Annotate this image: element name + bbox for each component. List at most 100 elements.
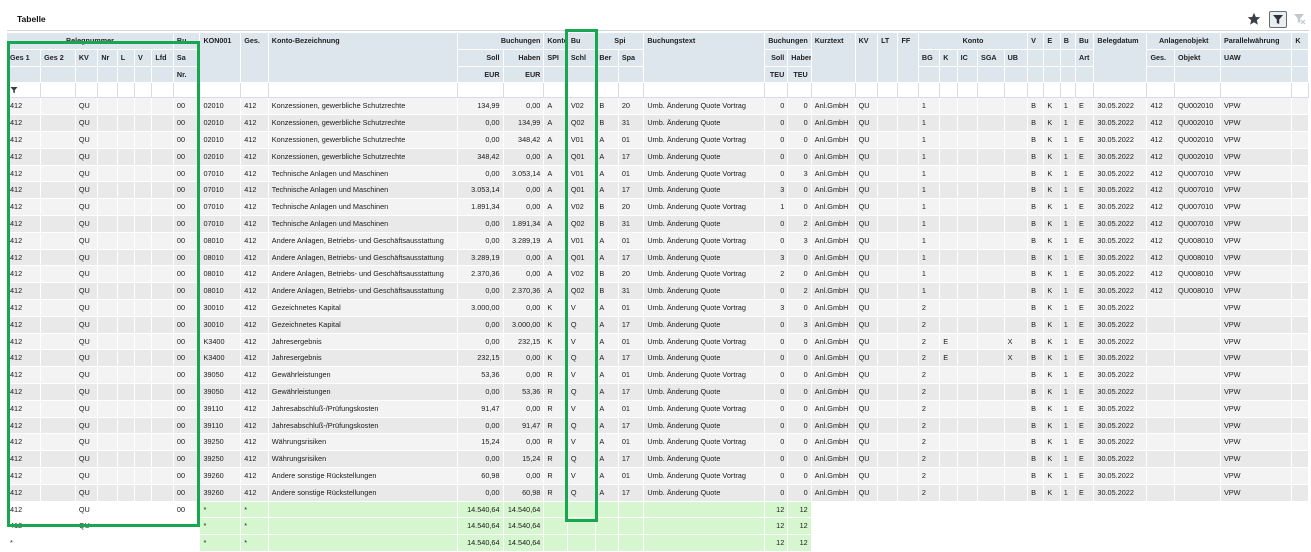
table-row[interactable]: 412 QU 00 07010 412 Technische Anlagen und Ma… bbox=[7, 181, 1309, 200]
filter-cell[interactable] bbox=[918, 82, 941, 99]
table-row[interactable]: 412 QU 00 39110 412 Jahresabschluß-/Prüfungsk… bbox=[7, 417, 1309, 435]
filter-cell[interactable] bbox=[240, 82, 269, 99]
filter-cell[interactable] bbox=[503, 82, 545, 99]
filter-cell[interactable] bbox=[173, 82, 201, 99]
col-group-spi[interactable]: Spi bbox=[595, 33, 645, 50]
filter-cell[interactable] bbox=[1220, 82, 1293, 99]
table-row[interactable]: 412 QU 00 08010 412 Andere Anlagen, Betriebs-… bbox=[7, 265, 1309, 284]
col-v[interactable]: V bbox=[1027, 33, 1045, 50]
filter-off-icon[interactable] bbox=[1292, 12, 1306, 26]
col-group-buchungen-teu[interactable]: Buchungen bbox=[764, 33, 812, 50]
col-group-anlagenobjekt[interactable]: Anlagenobjekt bbox=[1146, 33, 1221, 50]
col-uaw[interactable]: UAW bbox=[1220, 49, 1293, 67]
table-row[interactable]: 412 QU 00 08010 412 Andere Anlagen, Betriebs-… bbox=[7, 249, 1309, 267]
col-soll-teu[interactable]: Soll bbox=[764, 49, 789, 67]
col-haben-teu[interactable]: Haben bbox=[787, 49, 812, 67]
filter-cell[interactable] bbox=[855, 82, 879, 99]
table-row[interactable]: 412 QU 00 02010 412 Konzessionen, gewerbliche… bbox=[7, 131, 1309, 149]
col-kon001[interactable]: KON001 bbox=[199, 33, 242, 84]
col-haben[interactable]: Haben bbox=[503, 49, 545, 67]
table-row[interactable]: 412 QU 00 02010 412 Konzessionen, gewerbliche… bbox=[7, 97, 1309, 116]
filter-cell[interactable] bbox=[939, 82, 958, 99]
filter-cell[interactable] bbox=[1093, 82, 1148, 99]
col-group-belegnummer[interactable]: Belegnummer bbox=[7, 33, 174, 50]
filter-row[interactable] bbox=[7, 82, 1309, 99]
table-row[interactable]: 412 QU 00 K3400 412 Jahresergebnis 232,15 0,00 K… bbox=[7, 349, 1309, 368]
table-row[interactable]: 412 QU 00 39050 412 Gewährleistungen 0,00 53,36… bbox=[7, 383, 1309, 401]
col-bg[interactable]: BG bbox=[918, 49, 941, 67]
col-group-buchungen[interactable]: Buchungen bbox=[457, 33, 545, 50]
filter-cell[interactable] bbox=[1291, 82, 1309, 99]
col-kurztext[interactable]: Kurztext bbox=[811, 33, 856, 84]
col-lt[interactable]: LT bbox=[877, 33, 899, 84]
filter-cell[interactable] bbox=[1060, 82, 1077, 99]
filter-cell[interactable] bbox=[1075, 82, 1095, 99]
col-ges-anlage[interactable]: Ges. bbox=[1146, 49, 1176, 67]
table-row[interactable]: 412 QU 00 02010 412 Konzessionen, gewerbliche… bbox=[7, 148, 1309, 166]
col-belegdatum[interactable]: Belegdatum bbox=[1093, 33, 1148, 84]
filter-cell[interactable] bbox=[134, 82, 153, 99]
col-ges2[interactable]: Ges 2 bbox=[40, 49, 76, 67]
col-kv[interactable]: KV bbox=[855, 33, 879, 84]
table-row[interactable]: 412 QU 00 39050 412 Gewährleistungen 53,36 0,00… bbox=[7, 366, 1309, 384]
col-l[interactable]: L bbox=[117, 49, 136, 67]
col-buschl[interactable]: Schl bbox=[567, 49, 597, 67]
col-konto[interactable]: Konto bbox=[543, 33, 568, 50]
col-soll[interactable]: Soll bbox=[457, 49, 504, 67]
table-row[interactable]: 412 QU 00 K3400 412 Jahresergebnis 0,00 232,15 K… bbox=[7, 333, 1309, 351]
col-nr[interactable]: Nr bbox=[97, 49, 118, 67]
table-row[interactable]: 412 QU 00 08010 412 Andere Anlagen, Betriebs-… bbox=[7, 232, 1309, 250]
summary-row[interactable]: 412 QU 00 * * 14.540,64 14.540,64 12 12 bbox=[7, 501, 1309, 519]
table-row[interactable]: 412 QU 00 39250 412 Währungsrisiken 15,24 0,00 R… bbox=[7, 433, 1309, 452]
col-sa[interactable]: Sa bbox=[173, 49, 201, 67]
filter-cell[interactable] bbox=[567, 82, 597, 99]
table-row[interactable]: 412 QU 00 07010 412 Technische Anlagen und Ma… bbox=[7, 198, 1309, 216]
col-b[interactable]: B bbox=[1060, 33, 1077, 50]
filter-cell[interactable] bbox=[764, 82, 789, 99]
filter-cell[interactable] bbox=[1004, 82, 1029, 99]
filter-cell[interactable] bbox=[97, 82, 118, 99]
filter-cell[interactable] bbox=[1027, 82, 1045, 99]
filter-cell[interactable] bbox=[268, 82, 458, 99]
col-spa[interactable]: Spa bbox=[618, 49, 645, 67]
filter-cell[interactable] bbox=[75, 82, 99, 99]
col-bu[interactable]: Bu bbox=[173, 33, 201, 50]
filter-cell[interactable] bbox=[151, 82, 174, 99]
table-row[interactable]: 412 QU 00 30010 412 Gezeichnetes Kapital 3.000… bbox=[7, 299, 1309, 317]
filter-cell[interactable] bbox=[1043, 82, 1061, 99]
col-group-konto[interactable]: Konto bbox=[918, 33, 1029, 50]
summary-row[interactable]: * * * 14.540,64 14.540,64 12 12 bbox=[7, 534, 1309, 552]
filter-icon[interactable] bbox=[10, 86, 18, 94]
filter-cell[interactable] bbox=[1146, 82, 1176, 99]
filter-cell[interactable] bbox=[877, 82, 899, 99]
filter-cell[interactable] bbox=[618, 82, 645, 99]
filter-cell[interactable] bbox=[811, 82, 856, 99]
filter-cell[interactable] bbox=[595, 82, 619, 99]
col-ub[interactable]: UB bbox=[1004, 49, 1029, 67]
col-ff[interactable]: FF bbox=[897, 33, 919, 84]
filter-cell[interactable] bbox=[1174, 82, 1221, 99]
summary-row[interactable]: 412 QU * * 14.540,64 14.540,64 12 12 bbox=[7, 517, 1309, 536]
filter-cell[interactable] bbox=[457, 82, 504, 99]
col-e[interactable]: E bbox=[1043, 33, 1061, 50]
col-buart-top[interactable]: Bu bbox=[1075, 33, 1095, 50]
filter-icon[interactable] bbox=[1269, 11, 1287, 28]
col-ges1[interactable]: Ges 1 bbox=[7, 49, 42, 67]
filter-cell[interactable] bbox=[957, 82, 979, 99]
filter-cell[interactable] bbox=[117, 82, 136, 99]
table-row[interactable]: 412 QU 00 39110 412 Jahresabschluß-/Prüfungsk… bbox=[7, 400, 1309, 418]
filter-cell[interactable] bbox=[199, 82, 242, 99]
filter-cell[interactable] bbox=[7, 82, 42, 99]
filter-cell[interactable] bbox=[787, 82, 812, 99]
table-row[interactable]: 412 QU 00 08010 412 Andere Anlagen, Betriebs-… bbox=[7, 282, 1309, 300]
col-parallelwaehrung[interactable]: Parallelwährung bbox=[1220, 33, 1293, 50]
filter-cell[interactable] bbox=[543, 82, 568, 99]
table-row[interactable]: 412 QU 00 07010 412 Technische Anlagen und Ma… bbox=[7, 215, 1309, 233]
table-row[interactable]: 412 QU 00 39260 412 Andere sonstige Rückstell… bbox=[7, 467, 1309, 485]
col-kv-beleg[interactable]: KV bbox=[75, 49, 99, 67]
col-konto-bezeichnung[interactable]: Konto-Bezeichnung bbox=[268, 33, 458, 84]
col-ges[interactable]: Ges. bbox=[240, 33, 269, 84]
table-row[interactable]: 412 QU 00 02010 412 Konzessionen, gewerbliche… bbox=[7, 114, 1309, 132]
col-buchungstext[interactable]: Buchungstext bbox=[643, 33, 765, 84]
table-row[interactable]: 412 QU 00 39250 412 Währungsrisiken 0,00 15,24 R… bbox=[7, 450, 1309, 468]
